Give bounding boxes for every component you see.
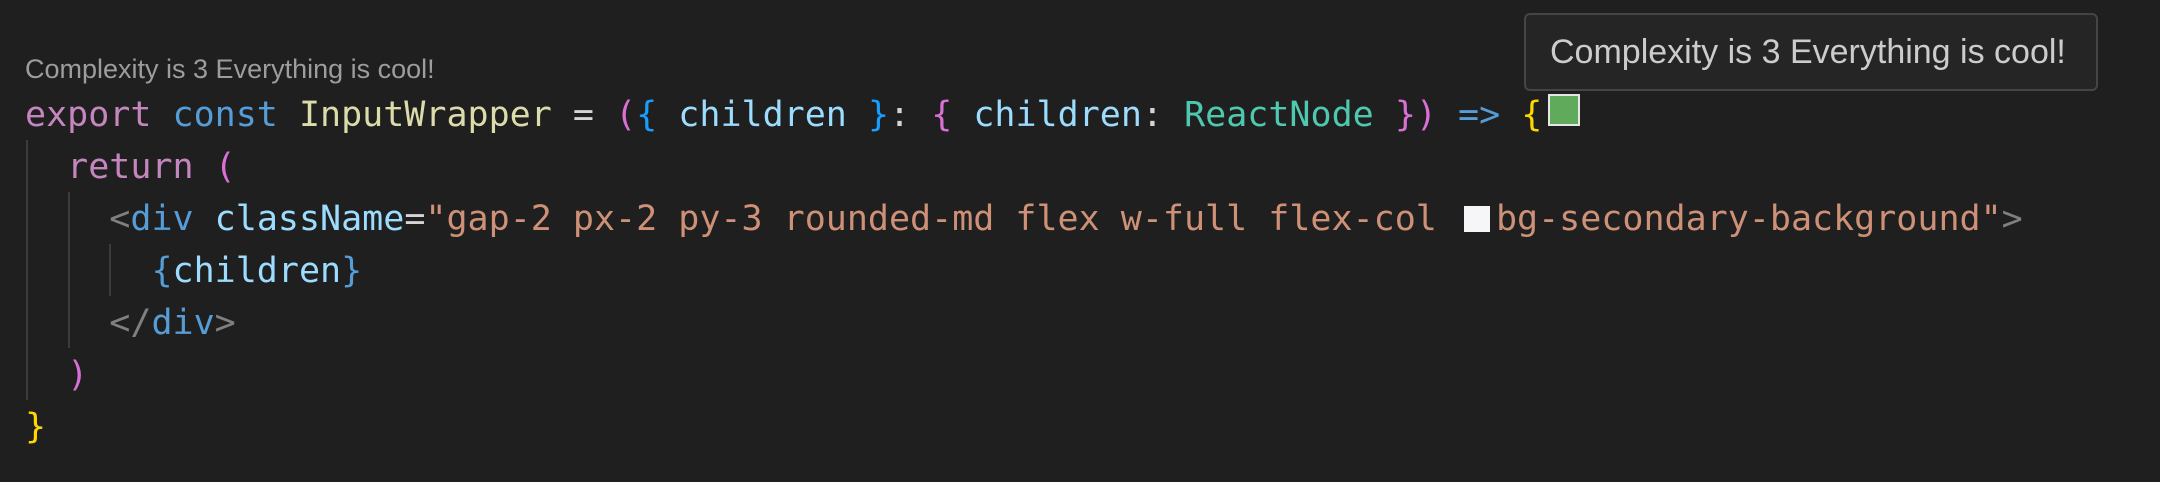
colon: : (889, 95, 911, 135)
color-swatch-white[interactable] (1463, 206, 1490, 232)
return-paren-close: ) (67, 355, 89, 395)
code-line-4[interactable]: {children} (25, 245, 362, 297)
code-line-3[interactable]: <div className="gap-2 px-2 py-3 rounded-… (25, 193, 2023, 245)
jsx-expr-close: } (341, 251, 363, 291)
closing-tag-close: > (214, 303, 236, 343)
hover-tooltip: Complexity is 3 Everything is cool! (1524, 13, 2098, 91)
tag-close-bracket: > (2001, 199, 2023, 239)
keyword-return: return (67, 147, 194, 187)
keyword-const: const (172, 95, 278, 135)
jsx-children: children (172, 251, 342, 291)
jsx-expr-open: { (151, 251, 173, 291)
classname-value-part1: "gap-2 px-2 py-3 rounded-md flex w-full … (425, 199, 1437, 239)
keyword-export: export (25, 95, 152, 135)
body-brace-open: { (1521, 95, 1543, 135)
tag-div: div (130, 199, 194, 239)
code-line-7[interactable]: } (25, 401, 46, 453)
tag-open-bracket: < (109, 199, 131, 239)
code-line-1[interactable]: export const InputWrapper = ({ children … (25, 89, 1586, 141)
paren-open: ( (615, 95, 637, 135)
code-editor[interactable]: Complexity is 3 Everything is cool! expo… (0, 0, 2160, 482)
return-paren-open: ( (214, 147, 236, 187)
attr-equals: = (404, 199, 426, 239)
code-line-2[interactable]: return ( (25, 141, 236, 193)
operator-equals: = (572, 95, 594, 135)
param-children: children (678, 95, 847, 135)
attr-classname: className (214, 199, 405, 239)
closing-tag-open: </ (109, 303, 152, 343)
type-colon: : (1141, 95, 1163, 135)
type-react-node: ReactNode (1184, 95, 1374, 135)
brace-close: } (867, 95, 890, 135)
classname-value-part2: bg-secondary-background" (1495, 199, 2002, 239)
function-name: InputWrapper (298, 95, 552, 135)
body-brace-close: } (25, 407, 47, 447)
codelens-complexity[interactable]: Complexity is 3 Everything is cool! (25, 54, 435, 85)
color-swatch-green[interactable] (1548, 94, 1581, 126)
code-line-6[interactable]: ) (25, 349, 88, 401)
paren-close: ) (1415, 95, 1437, 135)
type-brace-open: { (931, 95, 953, 135)
arrow: => (1458, 95, 1501, 135)
type-children: children (973, 95, 1142, 135)
brace-open: { (636, 95, 658, 135)
closing-tag-div: div (151, 303, 215, 343)
type-brace-close: } (1394, 95, 1416, 135)
code-line-5[interactable]: </div> (25, 297, 236, 349)
